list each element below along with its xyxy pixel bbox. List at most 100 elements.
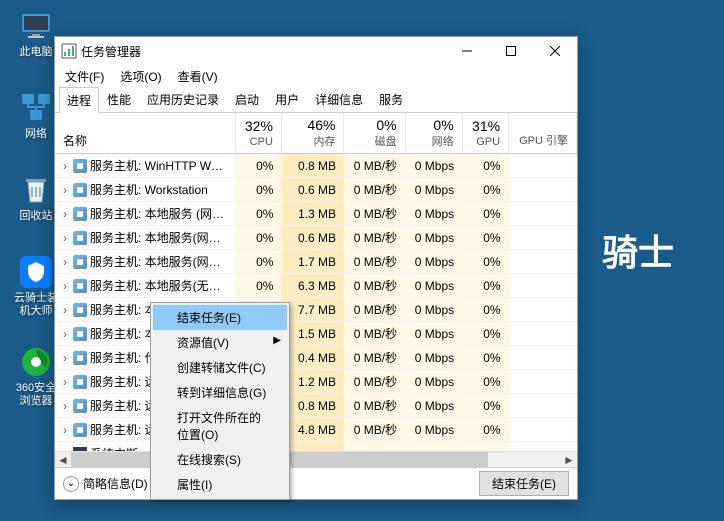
cell-disk: 0 MB/秒 — [344, 274, 405, 298]
context-menu-item[interactable]: 创建转储文件(C) — [153, 355, 287, 380]
expand-icon[interactable]: › — [63, 399, 73, 413]
service-icon — [73, 231, 87, 245]
minimize-button[interactable] — [445, 37, 489, 65]
col-disk[interactable]: 0%磁盘 — [344, 113, 405, 154]
expand-icon[interactable]: › — [63, 375, 73, 389]
cell-gpu: 0% — [462, 226, 508, 250]
col-memory[interactable]: 46%内存 — [281, 113, 344, 154]
expand-icon[interactable]: › — [63, 423, 73, 437]
desktop-icon-this-pc[interactable]: 此电脑 — [12, 8, 60, 59]
table-row[interactable]: ›服务主机: 本地系统 (2)0%7.7 MB0 MB/秒0 Mbps0% — [55, 298, 577, 322]
expand-icon[interactable]: › — [63, 159, 73, 173]
cell-cpu: 0% — [235, 202, 281, 226]
expand-icon[interactable]: › — [63, 231, 73, 245]
table-row[interactable]: ›服务主机: 远0%4.8 MB0 MB/秒0 Mbps0% — [55, 418, 577, 442]
menu-options[interactable]: 选项(O) — [116, 66, 165, 87]
table-row[interactable]: ›服务主机: 本地服务(网络受限)0%0.6 MB0 MB/秒0 Mbps0% — [55, 226, 577, 250]
cell-disk: 0 MB/秒 — [344, 394, 405, 418]
cell-gpu-engine — [509, 154, 577, 178]
brief-info-label: 简略信息(D) — [83, 475, 148, 492]
desktop-icon-network[interactable]: 网络 — [12, 90, 60, 141]
expand-icon[interactable]: › — [63, 351, 73, 365]
menu-view[interactable]: 查看(V) — [174, 66, 222, 87]
cell-memory: 7.7 MB — [281, 298, 344, 322]
cell-memory: 6.3 MB — [281, 274, 344, 298]
table-row[interactable]: ›服务主机: 本地服务 (网络受限)0%1.3 MB0 MB/秒0 Mbps0% — [55, 202, 577, 226]
scroll-right-button[interactable]: ► — [561, 452, 577, 468]
horizontal-scrollbar[interactable]: ◄ ► — [55, 451, 577, 467]
context-menu-item[interactable]: 在线搜索(S) — [153, 447, 287, 472]
service-icon — [73, 351, 87, 365]
table-row[interactable]: ›服务主机: 作0%0.4 MB0 MB/秒0 Mbps0% — [55, 346, 577, 370]
context-menu-item[interactable]: 结束任务(E) — [153, 305, 287, 330]
table-row[interactable]: ›服务主机: Workstation0%0.6 MB0 MB/秒0 Mbps0% — [55, 178, 577, 202]
cell-network: 0 Mbps — [405, 298, 462, 322]
tab-details[interactable]: 详细信息 — [307, 86, 371, 112]
desktop-icon-browser-360[interactable]: 360安全浏览器 — [12, 344, 60, 408]
tab-processes[interactable]: 进程 — [59, 87, 99, 113]
context-menu: 结束任务(E)资源值(V)▶创建转储文件(C)转到详细信息(G)打开文件所在的位… — [150, 302, 290, 500]
context-menu-item[interactable]: 属性(I) — [153, 472, 287, 497]
app-icon — [61, 43, 77, 59]
tab-app-history[interactable]: 应用历史记录 — [139, 86, 227, 112]
col-gpu-engine[interactable]: GPU 引擎 — [509, 113, 577, 154]
cell-gpu: 0% — [462, 250, 508, 274]
recycle-bin-icon — [18, 172, 54, 208]
cell-cpu: 0% — [235, 178, 281, 202]
expand-icon[interactable]: › — [63, 327, 73, 341]
table-row[interactable]: ›服务主机: WinHTTP Web Prox...0%0.8 MB0 MB/秒… — [55, 154, 577, 178]
expand-icon[interactable]: › — [63, 207, 73, 221]
tab-services[interactable]: 服务 — [371, 86, 411, 112]
expand-icon[interactable]: › — [63, 255, 73, 269]
process-name: 服务主机: 本地服务 (网络受限) — [90, 207, 235, 221]
context-menu-item[interactable]: 资源值(V)▶ — [153, 330, 287, 355]
desktop-icon-yunqishi[interactable]: 云骑士装机大师 — [12, 254, 60, 318]
table-row[interactable]: ›服务主机: 本地服务(网络受限)0%1.7 MB0 MB/秒0 Mbps0% — [55, 250, 577, 274]
cell-memory: 0.6 MB — [281, 226, 344, 250]
process-name: 服务主机: 远 — [90, 375, 157, 389]
cell-gpu-engine — [509, 202, 577, 226]
expand-icon[interactable]: › — [63, 183, 73, 197]
tab-startup[interactable]: 启动 — [227, 86, 267, 112]
cell-memory: 4.8 MB — [281, 418, 344, 442]
menu-file[interactable]: 文件(F) — [61, 66, 108, 87]
scroll-left-button[interactable]: ◄ — [55, 452, 71, 468]
table-row[interactable]: ›服务主机: 远0%1.2 MB0 MB/秒0 Mbps0% — [55, 370, 577, 394]
cell-network: 0 Mbps — [405, 178, 462, 202]
tab-performance[interactable]: 性能 — [99, 86, 139, 112]
cell-memory: 1.2 MB — [281, 370, 344, 394]
process-name: 服务主机: 远 — [90, 399, 157, 413]
context-menu-item[interactable]: 打开文件所在的位置(O) — [153, 405, 287, 447]
col-cpu[interactable]: 32%CPU — [235, 113, 281, 154]
table-row[interactable]: 系统中断 — [55, 442, 577, 452]
expand-icon[interactable]: › — [63, 303, 73, 317]
col-name[interactable]: 名称 — [55, 113, 235, 154]
desktop-icon-label: 网络 — [12, 128, 60, 141]
service-icon — [73, 159, 87, 173]
close-button[interactable] — [533, 37, 577, 65]
titlebar[interactable]: 任务管理器 — [55, 37, 577, 65]
cell-network: 0 Mbps — [405, 154, 462, 178]
desktop-icon-recycle-bin[interactable]: 回收站 — [12, 172, 60, 223]
table-row[interactable]: ›服务主机: 远0%0.8 MB0 MB/秒0 Mbps0% — [55, 394, 577, 418]
process-name: 服务主机: Workstation — [90, 183, 208, 197]
service-icon — [73, 327, 87, 341]
col-network[interactable]: 0%网络 — [405, 113, 462, 154]
process-name: 服务主机: 作 — [90, 351, 157, 365]
table-row[interactable]: ›服务主机: 本0%1.5 MB0 MB/秒0 Mbps0% — [55, 322, 577, 346]
tab-users[interactable]: 用户 — [267, 86, 307, 112]
maximize-button[interactable] — [489, 37, 533, 65]
context-menu-item[interactable]: 转到详细信息(G) — [153, 380, 287, 405]
col-gpu[interactable]: 31%GPU — [462, 113, 508, 154]
scroll-track[interactable] — [71, 452, 561, 468]
background-text: 骑士 — [602, 224, 674, 276]
desktop-icon-label: 云骑士装机大师 — [12, 292, 60, 318]
cell-gpu: 0% — [462, 418, 508, 442]
end-task-button[interactable]: 结束任务(E) — [479, 471, 569, 496]
expand-icon[interactable]: › — [63, 279, 73, 293]
cell-gpu-engine — [509, 394, 577, 418]
cell-network: 0 Mbps — [405, 202, 462, 226]
table-row[interactable]: ›服务主机: 本地服务(无网络) (3)0%6.3 MB0 MB/秒0 Mbps… — [55, 274, 577, 298]
cell-network: 0 Mbps — [405, 250, 462, 274]
maximize-icon — [506, 46, 516, 56]
